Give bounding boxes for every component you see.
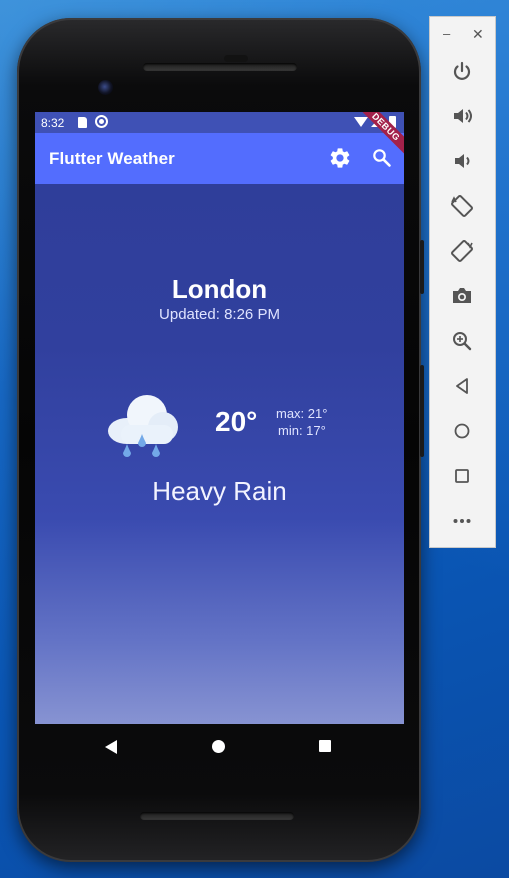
search-button[interactable] (370, 146, 394, 170)
close-button[interactable]: ✕ (472, 26, 484, 43)
nav-back-icon[interactable] (105, 740, 117, 754)
nav-recents-icon[interactable] (319, 740, 331, 752)
emulator-toolbar: – ✕ (429, 16, 496, 548)
app-title: Flutter Weather (49, 149, 175, 168)
rotate-right-icon (451, 240, 473, 262)
phone-volume-button[interactable] (420, 365, 424, 457)
top-speaker (143, 63, 297, 71)
screenshot-button[interactable] (449, 283, 475, 309)
zoom-button[interactable] (449, 328, 475, 354)
back-button[interactable] (449, 373, 475, 399)
device-screen: 8:32 Flutter Weather DEBUG London Update… (35, 112, 404, 724)
weather-condition: Heavy Rain (152, 476, 287, 506)
power-icon (453, 61, 471, 80)
wifi-icon (354, 117, 368, 127)
nav-home-icon[interactable] (212, 740, 225, 753)
overview-button[interactable] (449, 463, 475, 489)
current-temperature: 20° (215, 406, 258, 437)
more-button[interactable] (449, 508, 475, 534)
rotate-left-button[interactable] (449, 193, 475, 219)
minimize-button[interactable]: – (443, 26, 450, 41)
sd-card-icon (78, 117, 87, 128)
zoom-icon (453, 332, 472, 351)
max-temperature: max: 21° (276, 406, 328, 421)
status-time: 8:32 (41, 116, 65, 130)
home-icon (454, 423, 470, 439)
min-temperature: min: 17° (278, 423, 326, 438)
more-icon (453, 519, 471, 523)
weather-content[interactable]: London Updated: 8:26 PM 20° max: 21° min… (35, 184, 404, 724)
bottom-speaker (140, 812, 294, 820)
top-sensor (224, 55, 248, 62)
power-button[interactable] (449, 58, 475, 84)
volume-down-icon (455, 154, 470, 168)
front-camera (98, 80, 113, 95)
volume-up-button[interactable] (449, 103, 475, 129)
rotate-right-button[interactable] (449, 238, 475, 264)
volume-up-icon (454, 109, 472, 123)
settings-button[interactable] (328, 146, 352, 170)
volume-down-button[interactable] (449, 148, 475, 174)
city-name: London (171, 274, 268, 304)
sync-icon (95, 115, 108, 128)
back-icon (456, 378, 468, 394)
rotate-left-icon (451, 195, 473, 217)
camera-icon (453, 288, 471, 303)
phone-power-button[interactable] (420, 240, 424, 294)
settings-icon (330, 148, 350, 168)
home-button[interactable] (449, 418, 475, 444)
heavy-rain-cloud-icon (108, 395, 178, 457)
android-navigation-bar (35, 724, 404, 768)
last-updated: Updated: 8:26 PM (159, 306, 280, 323)
search-icon (373, 149, 391, 167)
app-bar: Flutter Weather (35, 133, 404, 184)
overview-icon (455, 469, 469, 483)
status-bar: 8:32 (35, 112, 404, 133)
